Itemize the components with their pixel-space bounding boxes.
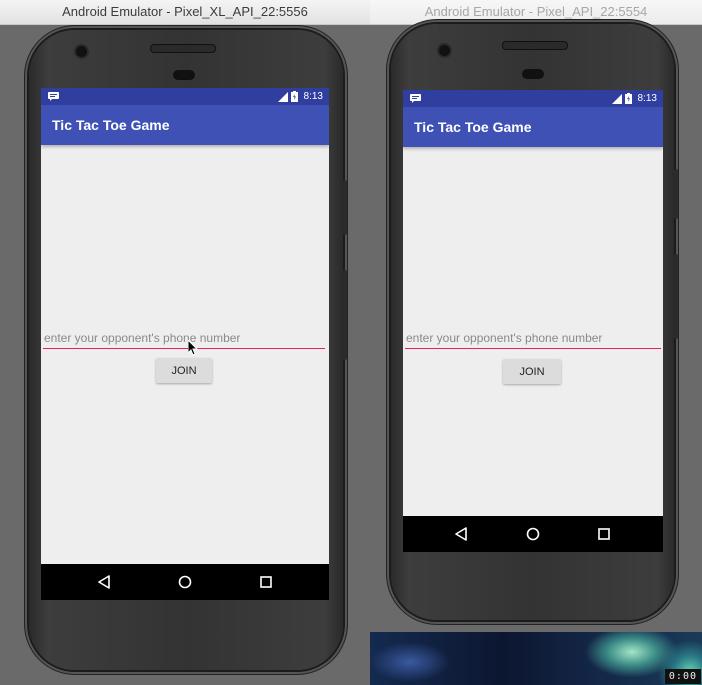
volume-button[interactable] bbox=[343, 270, 347, 360]
nav-back[interactable] bbox=[84, 564, 124, 600]
window-title[interactable]: Android Emulator - Pixel_XL_API_22:5556 bbox=[0, 0, 370, 25]
signal-icon bbox=[277, 91, 288, 102]
recents-icon bbox=[260, 576, 272, 588]
volume-button[interactable] bbox=[674, 254, 678, 339]
phone-screen: 8:13 Tic Tac Toe Game JOIN bbox=[403, 90, 663, 552]
join-button[interactable]: JOIN bbox=[156, 358, 212, 383]
message-notification-icon bbox=[48, 92, 59, 101]
nav-recents[interactable] bbox=[584, 516, 624, 552]
power-button[interactable] bbox=[343, 180, 347, 235]
recording-timer: 0:00 bbox=[664, 669, 701, 684]
sensor bbox=[522, 69, 544, 79]
status-bar: 8:13 bbox=[41, 88, 329, 105]
phone-screen: 8:13 Tic Tac Toe Game JOIN bbox=[41, 88, 329, 600]
front-camera bbox=[74, 44, 89, 59]
join-button[interactable]: JOIN bbox=[503, 359, 561, 384]
earpiece bbox=[502, 41, 568, 50]
app-bar: Tic Tac Toe Game bbox=[403, 107, 663, 147]
nav-back[interactable] bbox=[441, 516, 481, 552]
sensor bbox=[173, 70, 195, 80]
app-bar: Tic Tac Toe Game bbox=[41, 105, 329, 145]
nav-recents[interactable] bbox=[246, 564, 286, 600]
home-icon bbox=[178, 575, 192, 589]
power-button[interactable] bbox=[674, 169, 678, 219]
nav-home[interactable] bbox=[165, 564, 205, 600]
status-time: 8:13 bbox=[303, 91, 323, 102]
opponent-phone-input[interactable] bbox=[43, 328, 325, 349]
navigation-bar bbox=[403, 516, 663, 552]
emulator-window-pixel-xl: Android Emulator - Pixel_XL_API_22:5556 … bbox=[0, 0, 370, 685]
nav-home[interactable] bbox=[513, 516, 553, 552]
battery-icon bbox=[290, 91, 298, 102]
status-bar: 8:13 bbox=[403, 90, 663, 107]
mouse-cursor-icon bbox=[188, 340, 198, 356]
status-icons: 8:13 bbox=[611, 90, 657, 107]
earpiece bbox=[150, 44, 216, 53]
back-icon bbox=[455, 527, 467, 541]
phone-frame: 8:13 Tic Tac Toe Game JOIN bbox=[29, 30, 347, 670]
status-icons: 8:13 bbox=[277, 88, 323, 105]
status-time: 8:13 bbox=[637, 93, 657, 104]
front-camera bbox=[437, 43, 452, 58]
recents-icon bbox=[598, 528, 610, 540]
battery-icon bbox=[624, 93, 632, 104]
desktop-wallpaper bbox=[370, 632, 702, 685]
signal-icon bbox=[611, 93, 622, 104]
opponent-phone-input[interactable] bbox=[405, 328, 661, 349]
navigation-bar bbox=[41, 564, 329, 600]
home-icon bbox=[526, 527, 540, 541]
app-title: Tic Tac Toe Game bbox=[52, 117, 170, 133]
message-notification-icon bbox=[410, 94, 421, 103]
app-title: Tic Tac Toe Game bbox=[414, 119, 532, 135]
phone-frame: 8:13 Tic Tac Toe Game JOIN bbox=[391, 24, 678, 620]
back-icon bbox=[98, 575, 110, 589]
window-title[interactable]: Android Emulator - Pixel_API_22:5554 bbox=[370, 0, 702, 25]
emulator-window-pixel: Android Emulator - Pixel_API_22:5554 8:1… bbox=[370, 0, 702, 632]
